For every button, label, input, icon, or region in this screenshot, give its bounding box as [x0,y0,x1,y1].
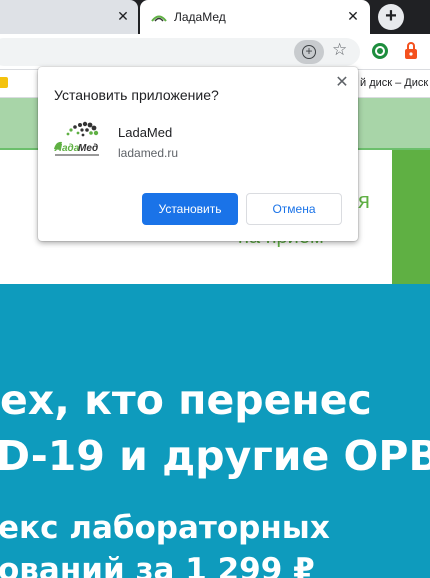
banner-headline-line1: ех, кто перенес [0,376,372,424]
install-app-dialog: Установить приложение? ✕ Лада Мед LadaMe… [38,67,358,241]
promo-banner: ех, кто перенес D-19 и другие ОРВ екс ла… [0,284,430,578]
banner-headline-line2: D-19 и другие ОРВ [0,432,430,480]
tab-title: ЛадаМед [174,10,226,24]
bookmark-star-icon[interactable]: ☆ [332,40,347,60]
folder-icon[interactable] [0,77,8,88]
banner-subtitle-line1: екс лабораторных [0,510,330,546]
app-url: ladamed.ru [118,146,179,160]
install-app-icon: + [302,45,316,59]
green-circle-extension-icon[interactable] [372,43,388,59]
ladamed-favicon-icon [151,15,167,22]
bookmark-google-drive[interactable]: й диск – Диск [360,77,428,89]
close-icon[interactable]: ✕ [116,9,130,23]
orange-lock-extension-icon[interactable] [404,42,418,60]
banner-subtitle-line2: ований за 1 299 ₽ [0,552,315,578]
cancel-button[interactable]: Отмена [246,193,342,225]
side-green-panel [392,150,430,284]
install-app-button[interactable]: + [294,40,324,64]
close-icon[interactable]: ✕ [334,75,350,91]
install-button[interactable]: Установить [142,193,238,225]
dialog-title: Установить приложение? [54,87,219,103]
appointment-text-partial[interactable]: я [358,188,370,214]
app-name: LadaMed [118,125,173,140]
tab-previous[interactable]: ✕ [0,0,138,34]
tab-strip: ✕ ЛадаМед ✕ + [0,0,430,34]
tab-ladamed[interactable]: ЛадаМед ✕ [140,0,370,34]
svg-text:Мед: Мед [78,143,98,154]
ladamed-logo-icon: Лада Мед [54,121,99,156]
close-icon[interactable]: ✕ [346,9,360,23]
browser-toolbar [0,34,430,70]
new-tab-button[interactable]: + [378,4,404,30]
svg-text:Лада: Лада [54,143,80,154]
